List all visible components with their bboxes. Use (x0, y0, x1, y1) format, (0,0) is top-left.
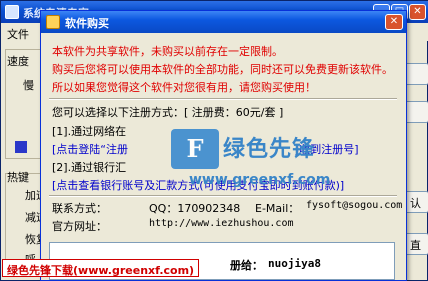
register-prompt: 您可以选择以下注册方式：[ 注册费：60元/套 ] (52, 106, 284, 119)
site-url[interactable]: http://www.iezhushou.com (149, 218, 294, 229)
intro-line-2: 购买后您将可以使用本软件的全部功能，同时还可以免费更新该软件。 (52, 63, 393, 76)
side-button-3-label: 认 (410, 197, 421, 210)
speed-label: 速度 (7, 55, 29, 68)
side-button-4-label: 直 (410, 239, 421, 252)
dialog-title-bar: 软件购买 ✕ (41, 11, 406, 33)
site-stamp: 绿色先锋下载(www.greenxf.com) (2, 259, 200, 277)
method2-title: [2].通过银行汇 (52, 161, 127, 174)
slow-label: 慢 (23, 79, 34, 92)
method1-link[interactable]: [点击登陆“注册 (52, 141, 128, 157)
app-icon (5, 5, 19, 19)
watermark-chinese: 绿色先锋 (223, 136, 316, 162)
intro-line-3: 所以如果您觉得这个软件对您很有用，请您购买使用！ (52, 81, 316, 94)
method1-title: [1].通过网络在 (52, 125, 127, 138)
code-value: nuojiya8 (268, 257, 321, 270)
speed-slider-thumb[interactable] (15, 141, 27, 153)
qq-number: QQ：170902348 (149, 202, 241, 215)
dialog-icon (46, 15, 60, 29)
separator-2 (49, 195, 397, 197)
separator-1 (49, 98, 397, 100)
purchase-dialog: 软件购买 ✕ 本软件为共享软件，未购买以前存在一定限制。 购买后您将可以使用本软… (40, 10, 407, 281)
watermark-url: www.greenxf.com (189, 172, 331, 188)
menu-file[interactable]: 文件 (7, 28, 29, 41)
code-label: 册给： (230, 259, 263, 272)
dialog-title: 软件购买 (65, 17, 109, 30)
watermark-logo: F (171, 129, 219, 169)
email-label: E-Mail： (255, 202, 300, 215)
intro-line-1: 本软件为共享软件，未购买以前存在一定限制。 (52, 45, 283, 58)
close-button[interactable]: ✕ (409, 4, 426, 20)
site-label: 官方网址： (52, 220, 107, 233)
dialog-close-button[interactable]: ✕ (385, 14, 403, 30)
hotkey-label: 热键 (7, 171, 29, 184)
email-address[interactable]: fysoft@sogou.com (306, 200, 402, 211)
contact-label: 联系方式： (52, 202, 107, 215)
